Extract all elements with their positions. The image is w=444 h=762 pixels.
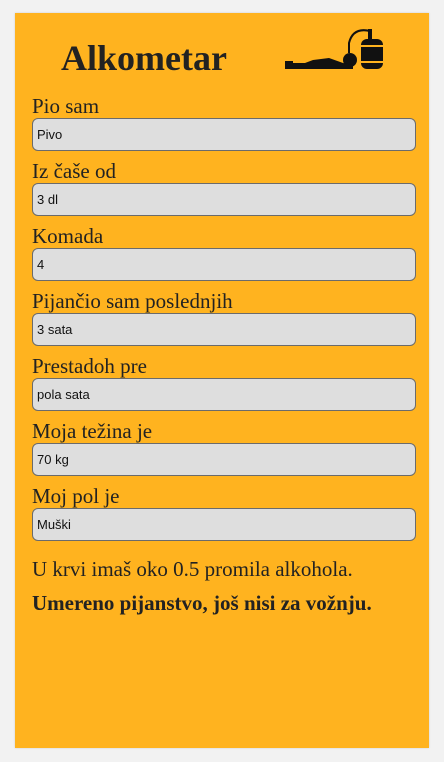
stopped-ago-label: Prestadoh pre bbox=[32, 354, 147, 378]
field-drink-type: Pio sam Pivo bbox=[32, 94, 416, 159]
drink-type-label: Pio sam bbox=[32, 94, 100, 118]
calculator-form: Pio sam Pivo Iz čaše od 3 dl Komada 4 Pi… bbox=[32, 94, 416, 549]
quantity-label: Komada bbox=[32, 224, 104, 248]
glass-size-select[interactable]: 3 dl bbox=[32, 183, 416, 216]
field-gender: Moj pol je Muški bbox=[32, 484, 416, 549]
drink-type-select[interactable]: Pivo bbox=[32, 118, 416, 151]
header: Alkometar bbox=[15, 13, 429, 93]
alkometar-panel: Alkometar Pio sam Pivo Iz čaše od 3 dl K… bbox=[15, 13, 429, 748]
quantity-select[interactable]: 4 bbox=[32, 248, 416, 281]
drunk-person-with-barrel-icon bbox=[285, 29, 383, 69]
field-quantity: Komada 4 bbox=[32, 224, 416, 289]
page-title: Alkometar bbox=[61, 38, 227, 78]
gender-select[interactable]: Muški bbox=[32, 508, 416, 541]
weight-select[interactable]: 70 kg bbox=[32, 443, 416, 476]
glass-size-label: Iz čaše od bbox=[32, 159, 116, 183]
blood-alcohol-result: U krvi imaš oko 0.5 promila alkohola. bbox=[32, 557, 353, 581]
intoxication-verdict: Umereno pijanstvo, još nisi za vožnju. bbox=[32, 591, 372, 615]
field-glass-size: Iz čaše od 3 dl bbox=[32, 159, 416, 224]
gender-label: Moj pol je bbox=[32, 484, 120, 508]
drinking-duration-select[interactable]: 3 sata bbox=[32, 313, 416, 346]
field-stopped-ago: Prestadoh pre pola sata bbox=[32, 354, 416, 419]
weight-label: Moja težina je bbox=[32, 419, 153, 443]
stopped-ago-select[interactable]: pola sata bbox=[32, 378, 416, 411]
result-section: U krvi imaš oko 0.5 promila alkohola. Um… bbox=[32, 557, 422, 615]
field-weight: Moja težina je 70 kg bbox=[32, 419, 416, 484]
field-drinking-duration: Pijančio sam poslednjih 3 sata bbox=[32, 289, 416, 354]
drinking-duration-label: Pijančio sam poslednjih bbox=[32, 289, 233, 313]
